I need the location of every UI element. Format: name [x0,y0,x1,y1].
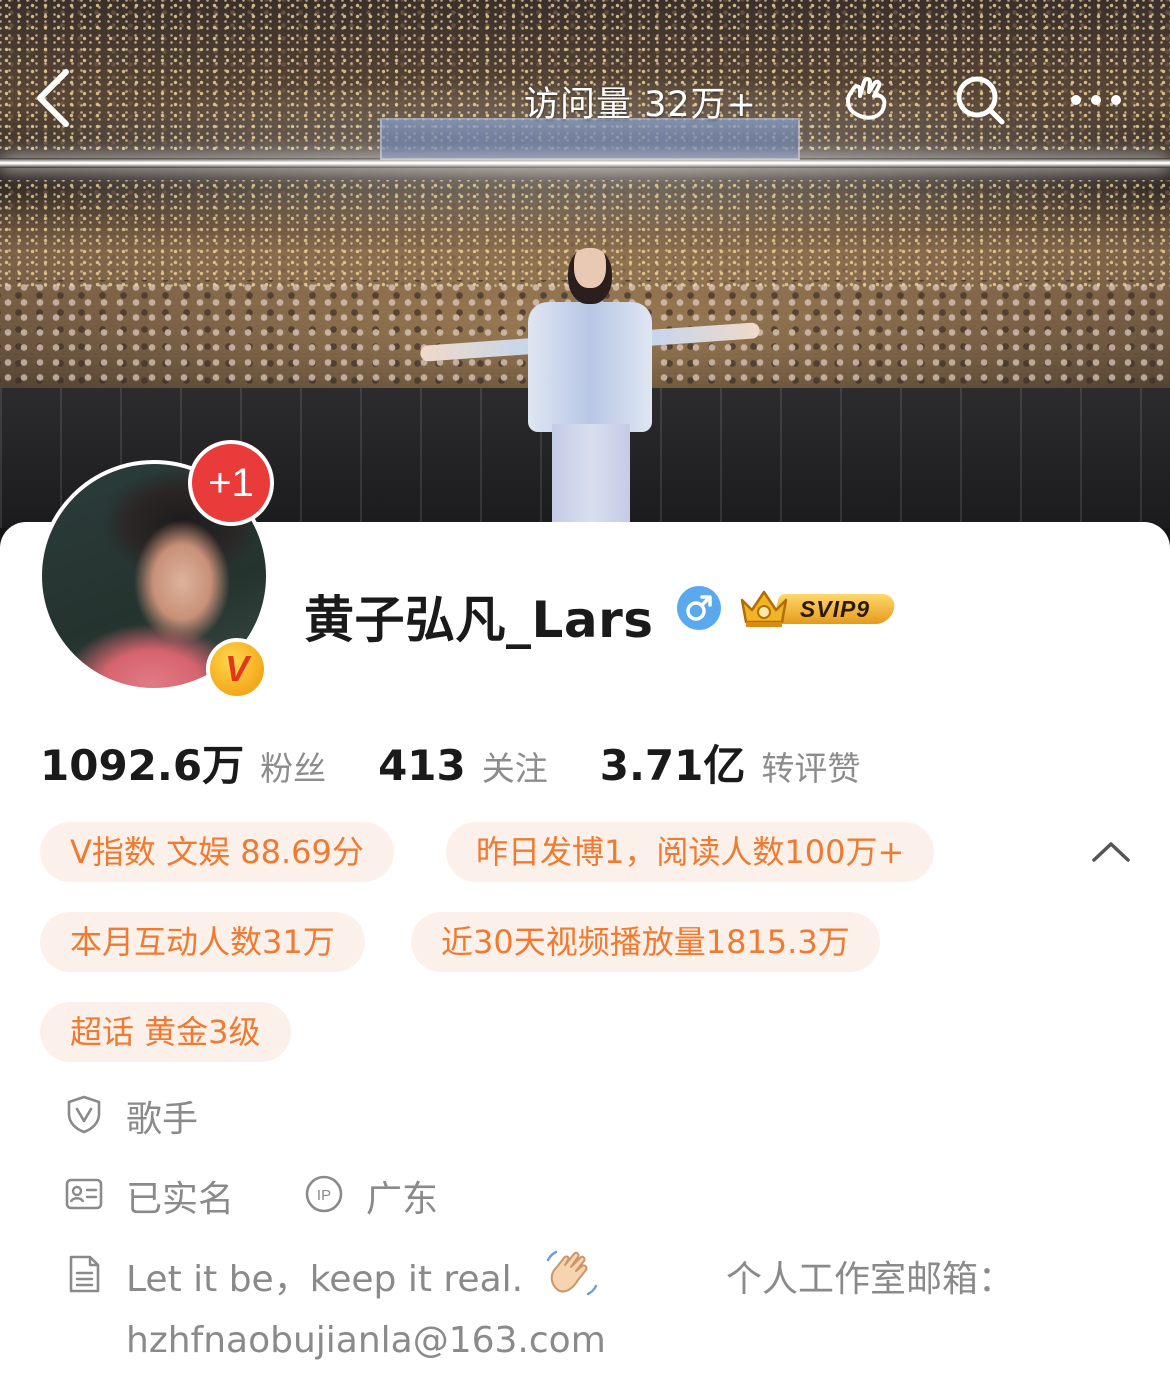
ip-location-text: 广东 [366,1179,439,1220]
verified-v-label: V [224,648,249,689]
visit-count[interactable]: 访问量 32万+ [524,76,757,127]
like-hand-icon[interactable] [836,70,896,130]
tag-video-plays[interactable]: 近30天视频播放量1815.3万 [411,912,880,972]
performer-figure [419,248,761,538]
tag-monthly-interactions[interactable]: 本月互动人数31万 [40,912,365,972]
stat-label: 粉丝 [260,749,327,788]
chevron-up-icon[interactable] [1090,832,1132,872]
stat-label: 转评赞 [761,749,861,788]
username: 黄子弘凡_Lars [304,591,654,649]
tag-super-topic[interactable]: 超话 黄金3级 [40,1002,291,1062]
ip-icon-label: IP [317,1187,331,1204]
bio-text: Let it be，keep it real. [126,1259,524,1300]
search-icon[interactable] [950,70,1010,130]
light-beam [0,158,1170,168]
stat-following[interactable]: 413 关注 [378,741,548,790]
waving-hand-icon [546,1250,598,1296]
stat-reposts-comments-likes[interactable]: 3.71亿 转评赞 [600,732,861,793]
stat-value: 413 [378,741,466,790]
occupation-text: 歌手 [126,1099,199,1140]
tag-v-index[interactable]: V指数 文娱 88.69分 [40,822,394,882]
verified-v-icon[interactable]: V [206,638,268,700]
more-icon[interactable] [1066,70,1126,130]
back-icon[interactable] [30,64,90,132]
studio-email-label: 个人工作室邮箱： [726,1259,1015,1300]
male-icon [677,586,721,630]
stat-value: 3.71亿 [599,741,746,790]
real-name-text: 已实名 [126,1179,235,1220]
stats-row: 1092.6万 粉丝 413 关注 3.71亿 转评赞 [40,732,912,792]
document-icon [64,1254,104,1294]
stat-value: 1092.6万 [40,741,245,790]
id-card-icon [64,1174,104,1214]
ip-location-icon: IP [304,1174,344,1214]
tag-yesterday-posts[interactable]: 昨日发博1，阅读人数100万+ [446,822,935,882]
avatar-update-badge[interactable]: +1 [188,440,274,526]
svip-badge[interactable]: SVIP9 [736,588,898,628]
crown-icon [740,590,788,627]
avatar-container: +1 V [38,440,274,700]
stat-followers[interactable]: 1092.6万 粉丝 [40,732,326,793]
email-text[interactable]: hzhfnaobujianla@163.com [126,1320,606,1361]
stat-label: 关注 [481,749,548,788]
top-bar: 访问量 32万+ [0,50,1170,146]
svip-label: SVIP9 [799,595,871,622]
shield-v-icon [64,1094,104,1134]
